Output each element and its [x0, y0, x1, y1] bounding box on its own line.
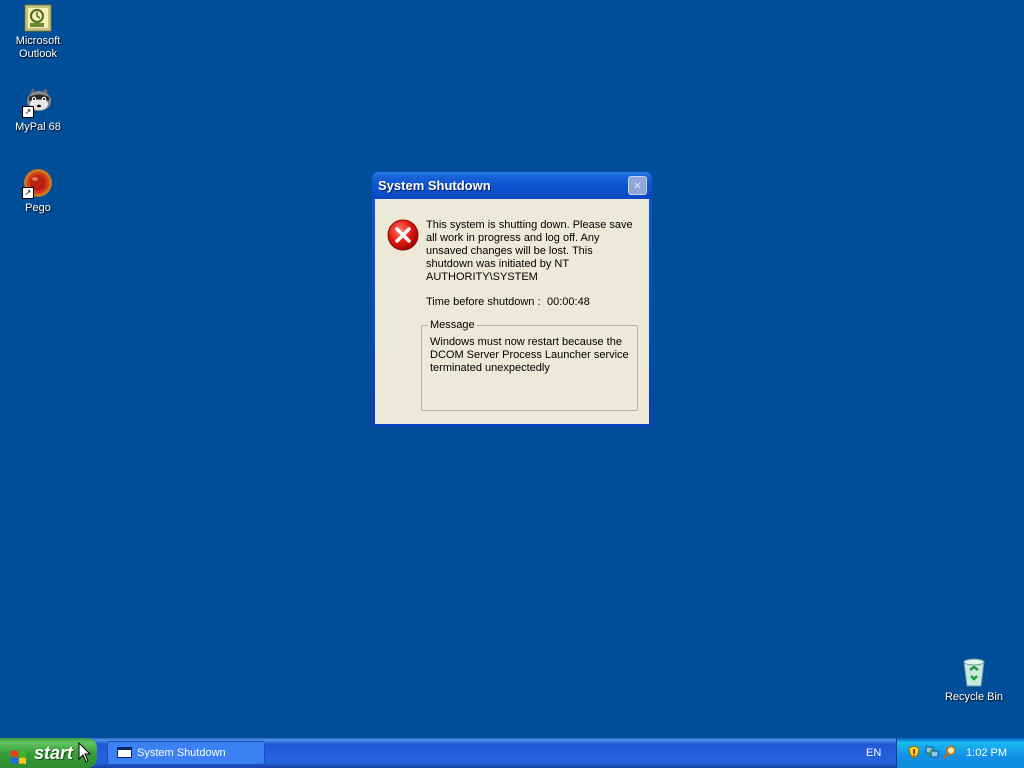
message-text: Windows must now restart because the DCO… [430, 336, 629, 374]
desktop-icon-label: Recycle Bin [944, 691, 1004, 703]
recycle-bin-icon [958, 656, 990, 688]
windows-logo-icon [10, 745, 27, 764]
language-indicator[interactable]: EN [866, 738, 881, 768]
desktop-icon-mypal[interactable]: ↗ MyPal 68 [0, 86, 76, 134]
desktop-icon-label: MyPal 68 [15, 121, 61, 133]
desktop-icon-label: Microsoft [15, 35, 61, 47]
dialog-body: This system is shutting down. Please sav… [375, 199, 649, 424]
time-before-shutdown-label: Time before shutdown : [426, 296, 541, 308]
shutdown-warning-text: This system is shutting down. Please sav… [426, 219, 633, 283]
outlook-icon [24, 4, 52, 32]
taskbar-clock[interactable]: 1:02 PM [966, 738, 1007, 768]
shortcut-arrow-icon: ↗ [22, 106, 34, 118]
close-icon: × [633, 177, 642, 193]
desktop-icon-recycle-bin[interactable]: Recycle Bin [936, 656, 1012, 704]
window-icon [117, 747, 132, 758]
system-shutdown-dialog: System Shutdown × This system is shuttin… [372, 172, 652, 427]
desktop-icon-pego[interactable]: ↗ Pego [0, 167, 76, 215]
network-icon[interactable] [925, 745, 939, 759]
system-tray: 1:02 PM [896, 738, 1024, 768]
shortcut-arrow-icon: ↗ [22, 187, 34, 199]
desktop-icon-label: Pego [25, 202, 51, 214]
desktop: Microsoft Outlook ↗ MyPal 68 ↗ Pego Recy… [0, 0, 1024, 738]
start-label: start [34, 743, 74, 763]
dialog-title: System Shutdown [378, 178, 491, 193]
message-groupbox: Message Windows must now restart because… [421, 319, 638, 411]
countdown-timer: 00:00:48 [547, 296, 590, 308]
message-label: Message [428, 319, 477, 332]
desktop-icon-label: Outlook [19, 48, 57, 60]
desktop-icon-outlook[interactable]: Microsoft Outlook [0, 4, 76, 61]
error-icon [387, 219, 419, 251]
taskbar-item-label: System Shutdown [137, 747, 226, 759]
pego-icon: ↗ [22, 167, 54, 199]
mouse-cursor-icon [78, 741, 92, 764]
taskbar: start System Shutdown EN 1:02 PM [0, 738, 1024, 768]
close-button[interactable]: × [628, 176, 647, 195]
mypal-raccoon-icon: ↗ [22, 86, 54, 118]
dialog-titlebar[interactable]: System Shutdown × [372, 172, 652, 199]
taskbar-item-system-shutdown[interactable]: System Shutdown [107, 741, 265, 765]
search-magnifier-icon[interactable] [943, 745, 957, 759]
security-shield-icon[interactable] [907, 745, 921, 759]
